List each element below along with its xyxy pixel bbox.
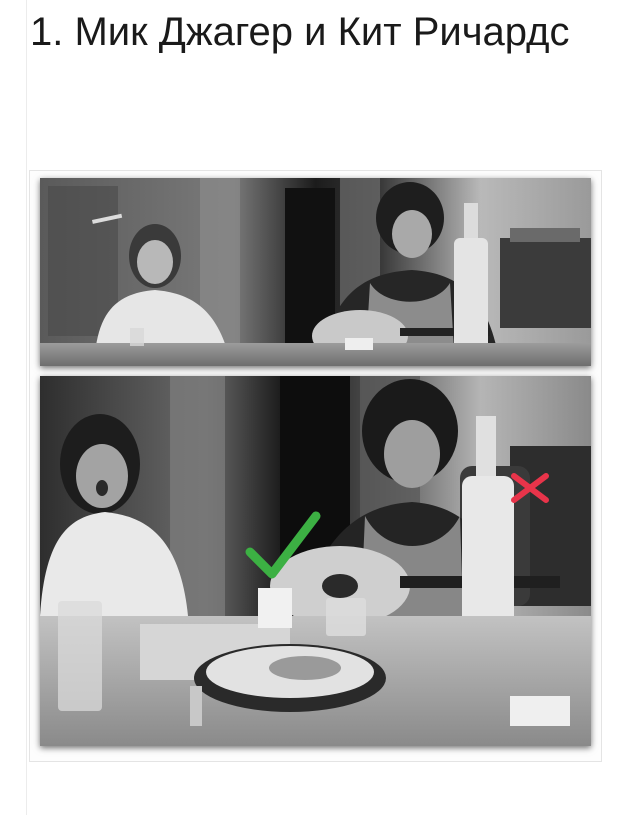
page-title: 1. Мик Джагер и Кит Ричардс (30, 10, 570, 54)
top-photo (40, 178, 591, 366)
check-icon (244, 508, 322, 584)
page-left-rule (26, 0, 27, 815)
cross-icon (508, 470, 552, 506)
